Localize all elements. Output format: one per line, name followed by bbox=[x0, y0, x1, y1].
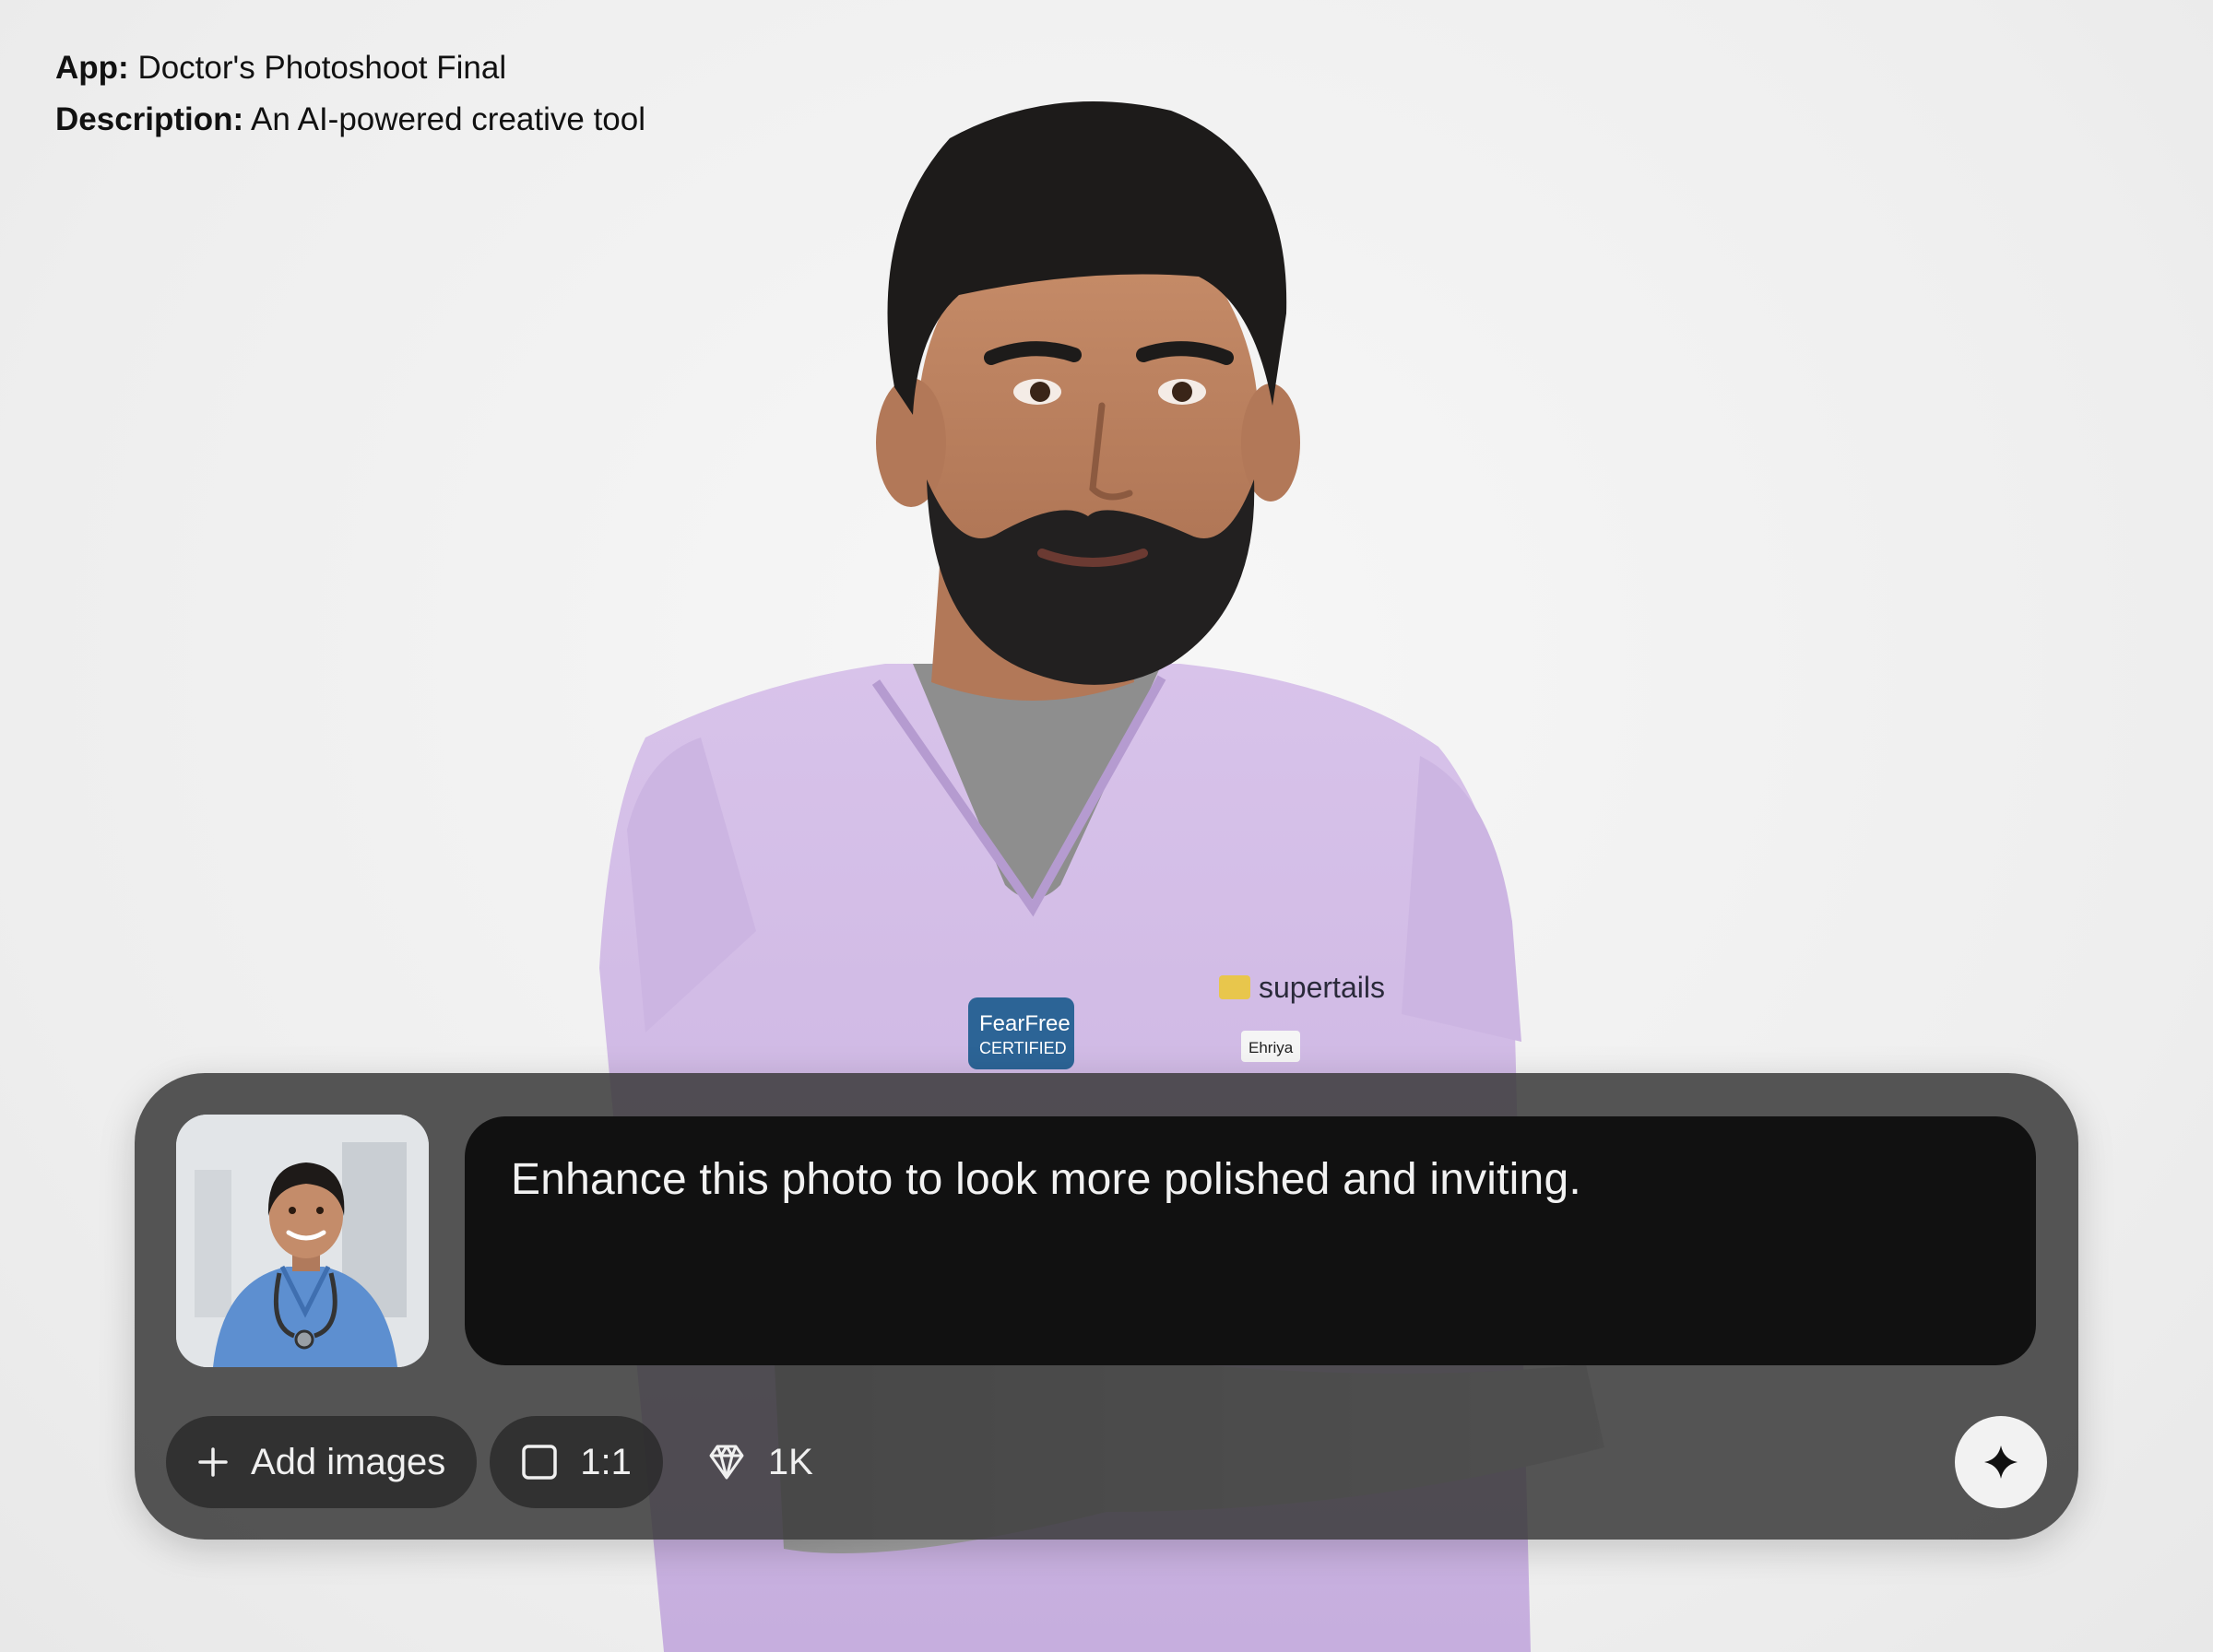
composer-controls: Add images 1:1 1K bbox=[166, 1416, 845, 1508]
sparkle-icon bbox=[1984, 1446, 2018, 1479]
add-images-label: Add images bbox=[251, 1441, 446, 1482]
resolution-button[interactable]: 1K bbox=[676, 1416, 845, 1508]
reference-image bbox=[176, 1115, 429, 1367]
app-canvas: FearFree CERTIFIED supertails Ehriya App… bbox=[0, 0, 2213, 1652]
generate-button[interactable] bbox=[1955, 1416, 2047, 1508]
app-key: App: bbox=[55, 50, 129, 86]
prompt-composer: Enhance this photo to look more polished… bbox=[135, 1073, 2078, 1540]
right-sleeve bbox=[1402, 756, 1521, 1042]
add-images-button[interactable]: Add images bbox=[166, 1416, 478, 1508]
shirt-logo: supertails bbox=[1259, 971, 1385, 1004]
fearfree-badge: FearFree CERTIFIED bbox=[968, 997, 1074, 1069]
aspect-ratio-label: 1:1 bbox=[580, 1441, 632, 1482]
plus-icon bbox=[197, 1446, 229, 1478]
badge-line2: CERTIFIED bbox=[979, 1039, 1067, 1057]
prompt-input[interactable]: Enhance this photo to look more polished… bbox=[465, 1116, 2036, 1365]
prompt-text[interactable]: Enhance this photo to look more polished… bbox=[511, 1153, 1990, 1207]
aspect-ratio-button[interactable]: 1:1 bbox=[490, 1416, 663, 1508]
app-description: An AI-powered creative tool bbox=[251, 101, 646, 137]
app-name-line: App: Doctor's Photoshoot Final bbox=[55, 42, 645, 94]
app-description-line: Description: An AI-powered creative tool bbox=[55, 94, 645, 146]
description-key: Description: bbox=[55, 101, 244, 137]
app-name: Doctor's Photoshoot Final bbox=[137, 50, 507, 86]
square-icon bbox=[521, 1444, 558, 1481]
reference-image-thumbnail[interactable] bbox=[176, 1115, 429, 1367]
svg-text:Ehriya: Ehriya bbox=[1249, 1039, 1294, 1056]
app-meta: App: Doctor's Photoshoot Final Descripti… bbox=[55, 42, 645, 146]
resolution-label: 1K bbox=[767, 1441, 813, 1482]
badge-line1: FearFree bbox=[979, 1011, 1071, 1036]
diamond-icon bbox=[707, 1444, 746, 1481]
